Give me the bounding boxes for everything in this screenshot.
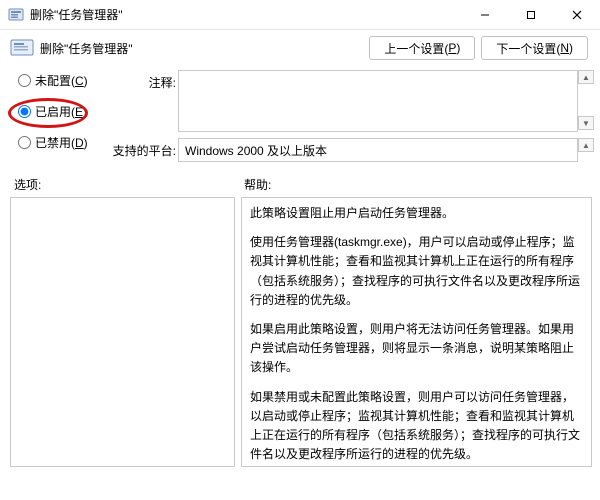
window-title: 删除"任务管理器"	[30, 6, 462, 23]
previous-setting-button[interactable]: 上一个设置(P)	[369, 36, 475, 60]
policy-header: 删除"任务管理器" 上一个设置(P) 下一个设置(N)	[0, 30, 600, 70]
titlebar: 删除"任务管理器"	[0, 0, 600, 30]
platform-spin-up[interactable]: ▲	[578, 138, 594, 152]
radio-enabled-input[interactable]	[18, 105, 31, 118]
comment-spin-up[interactable]: ▲	[578, 70, 594, 84]
help-paragraph: 如果禁用或未配置此策略设置，则用户可以访问任务管理器，以启动或停止程序；监视其计…	[250, 388, 583, 465]
policy-header-icon	[10, 38, 34, 58]
radio-not-configured-input[interactable]	[18, 74, 31, 87]
help-paragraph: 此策略设置阻止用户启动任务管理器。	[250, 204, 583, 223]
radio-disabled-input[interactable]	[18, 136, 31, 149]
radio-enabled[interactable]: 已启用(E)	[18, 103, 130, 120]
help-pane[interactable]: 此策略设置阻止用户启动任务管理器。 使用任务管理器(taskmgr.exe)，用…	[241, 197, 592, 467]
comment-spin-down[interactable]: ▼	[578, 116, 594, 130]
options-label: 选项:	[14, 176, 244, 193]
help-paragraph: 如果启用此策略设置，则用户将无法访问任务管理器。如果用户尝试启动任务管理器，则将…	[250, 320, 583, 378]
policy-icon	[8, 7, 24, 23]
close-button[interactable]	[554, 0, 600, 30]
next-setting-button[interactable]: 下一个设置(N)	[481, 36, 588, 60]
maximize-button[interactable]	[508, 0, 554, 30]
options-pane[interactable]	[10, 197, 235, 467]
comment-label: 注释:	[130, 70, 178, 91]
platform-value: Windows 2000 及以上版本	[178, 138, 578, 162]
minimize-button[interactable]	[462, 0, 508, 30]
policy-title: 删除"任务管理器"	[40, 40, 369, 57]
platform-label: 支持的平台:	[108, 138, 178, 159]
radio-not-configured[interactable]: 未配置(C)	[18, 72, 130, 89]
help-label: 帮助:	[244, 176, 271, 193]
window-buttons	[462, 0, 600, 30]
help-paragraph: 使用任务管理器(taskmgr.exe)，用户可以启动或停止程序；监视其计算机性…	[250, 233, 583, 310]
section-labels: 选项: 帮助:	[0, 162, 600, 197]
comment-input[interactable]	[178, 70, 578, 132]
